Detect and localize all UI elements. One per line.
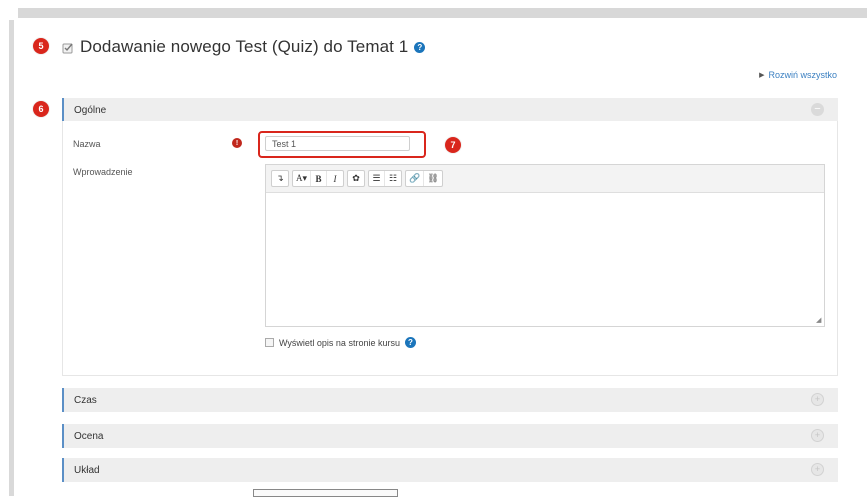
settings-gear-button[interactable]: ✿ [348,171,364,186]
toolbar-group-2: A▾ B I [292,170,345,187]
name-input[interactable] [265,136,410,151]
toolbar-group-5: 🔗 ⛓ [405,170,443,187]
step-marker-5: 5 [33,38,49,54]
toolbar-toggle-button[interactable]: ↴ [272,171,288,186]
page-header: Dodawanie nowego Test (Quiz) do Temat 1 … [62,37,426,57]
numbered-list-button[interactable]: ☷ [385,171,401,186]
bold-button[interactable]: B [311,171,328,186]
expand-all-link[interactable]: ▶ Rozwiń wszystko [759,70,837,80]
editor-content-area[interactable] [266,193,824,328]
help-icon[interactable]: ? [404,337,416,348]
required-icon: ! [232,138,242,148]
intro-editor[interactable]: ↴ A▾ B I ✿ ☰ ☷ 🔗 ⛓ ◢ [265,164,825,327]
quiz-icon [62,41,74,54]
step-marker-7: 7 [445,137,461,153]
top-border [18,8,867,18]
toolbar-group-4: ☰ ☷ [368,170,403,187]
show-description-checkbox[interactable] [265,338,274,347]
show-description-label: Wyświetl opis na stronie kursu [279,337,400,348]
expand-icon[interactable]: + [811,463,824,476]
intro-label: Wprowadzenie [73,167,133,177]
left-border [9,20,14,496]
expand-all-label: Rozwiń wszystko [768,70,837,80]
name-label: Nazwa [73,139,101,149]
editor-toolbar: ↴ A▾ B I ✿ ☰ ☷ 🔗 ⛓ [266,165,824,193]
show-description-row: Wyświetl opis na stronie kursu ? [265,337,416,348]
section-layout-header[interactable]: Układ + [62,458,838,482]
bullet-list-button[interactable]: ☰ [369,171,386,186]
expand-icon[interactable]: + [811,393,824,406]
page-title: Dodawanie nowego Test (Quiz) do Temat 1 [80,37,409,56]
resize-grip-icon[interactable]: ◢ [816,317,822,324]
collapse-icon[interactable]: − [811,103,824,116]
expand-arrow-icon: ▶ [759,72,765,79]
section-grade-header[interactable]: Ocena + [62,424,838,448]
section-grade-label: Ocena [74,430,104,442]
section-time-header[interactable]: Czas + [62,388,838,412]
unlink-button[interactable]: ⛓ [424,171,441,186]
section-general-header[interactable]: Ogólne − [62,98,838,122]
expand-icon[interactable]: + [811,429,824,442]
section-general-label: Ogólne [74,104,107,116]
step-marker-6: 6 [33,101,49,117]
section-time-label: Czas [74,394,97,406]
toolbar-group-3: ✿ [347,170,366,187]
section-layout-label: Układ [74,464,100,476]
text-style-button[interactable]: A▾ [293,171,312,186]
help-icon[interactable]: ? [414,41,426,53]
toolbar-group-1: ↴ [271,170,289,187]
italic-button[interactable]: I [327,171,343,186]
link-button[interactable]: 🔗 [406,171,425,186]
